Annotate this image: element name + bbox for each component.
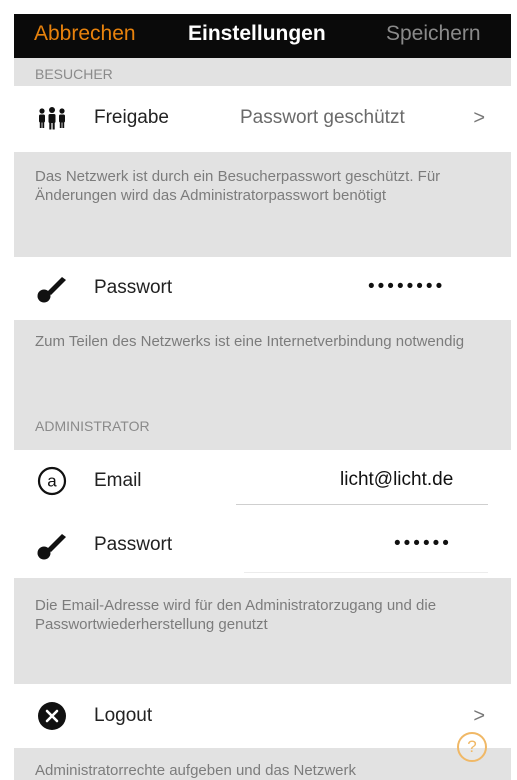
share-note: Das Netzwerk ist durch ein Besucherpassw… — [35, 168, 441, 204]
page-title: Einstellungen — [188, 22, 326, 45]
email-row[interactable]: a Email licht@licht.de — [14, 450, 511, 512]
logout-note: Administratorrechte aufgeben und das Net… — [35, 762, 357, 779]
share-chevron-icon: > — [473, 107, 485, 129]
share-label: Freigabe — [94, 107, 169, 128]
settings-screen: Abbrechen Einstellungen Speichern BESUCH… — [14, 14, 511, 780]
admin-password-field[interactable]: •••••• — [394, 533, 452, 555]
at-sign-icon: a — [37, 466, 67, 496]
logout-chevron-icon: > — [473, 705, 485, 727]
question-mark-icon: ? — [467, 737, 477, 756]
email-field-underline — [236, 504, 488, 505]
key-icon — [37, 277, 66, 303]
people-icon — [39, 107, 65, 130]
section-header-administrator: ADMINISTRATOR — [14, 406, 511, 440]
email-field[interactable]: licht@licht.de — [340, 469, 453, 491]
section-header-label: BESUCHER — [35, 66, 113, 82]
password-field-underline — [244, 572, 488, 573]
admin-note: Die Email-Adresse wird für den Administr… — [35, 597, 437, 633]
close-circle-icon — [38, 702, 66, 730]
share-value: Passwort geschützt — [240, 107, 405, 128]
admin-password-row[interactable]: Passwort •••••• — [14, 516, 511, 578]
admin-credentials-group: a Email licht@licht.de Passwort •••••• — [14, 450, 511, 578]
app-frame: Abbrechen Einstellungen Speichern BESUCH… — [0, 0, 517, 780]
visitor-password-note: Zum Teilen des Netzwerks ist eine Intern… — [35, 333, 465, 350]
visitor-password-field[interactable]: •••••••• — [368, 276, 445, 298]
admin-password-label: Passwort — [94, 534, 173, 555]
visitor-password-label: Passwort — [94, 277, 173, 298]
logout-row[interactable]: Logout > — [14, 684, 511, 748]
key-icon — [37, 534, 66, 560]
visitor-password-row[interactable]: Passwort •••••••• — [14, 257, 511, 320]
navigation-bar: Abbrechen Einstellungen Speichern — [14, 14, 511, 58]
logout-label: Logout — [94, 705, 153, 726]
email-label: Email — [94, 470, 142, 491]
help-button[interactable]: ? — [457, 732, 487, 762]
share-row[interactable]: Freigabe Passwort geschützt > — [14, 86, 511, 152]
save-button[interactable]: Speichern — [386, 22, 481, 46]
cancel-button[interactable]: Abbrechen — [34, 22, 136, 46]
svg-text:a: a — [47, 472, 57, 491]
section-header-label: ADMINISTRATOR — [35, 418, 150, 434]
